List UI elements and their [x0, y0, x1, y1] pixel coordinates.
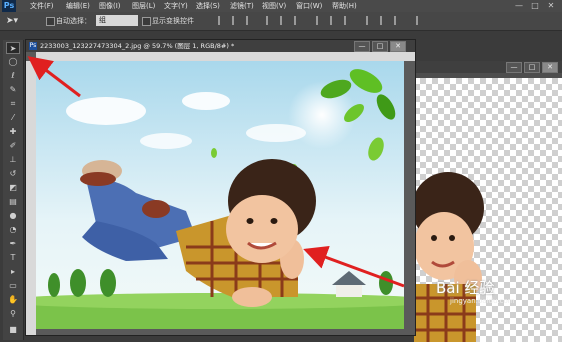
red-arrow-to-image [303, 245, 405, 288]
red-arrow-to-move-tool [27, 56, 81, 98]
annotation-overlay [27, 56, 405, 288]
